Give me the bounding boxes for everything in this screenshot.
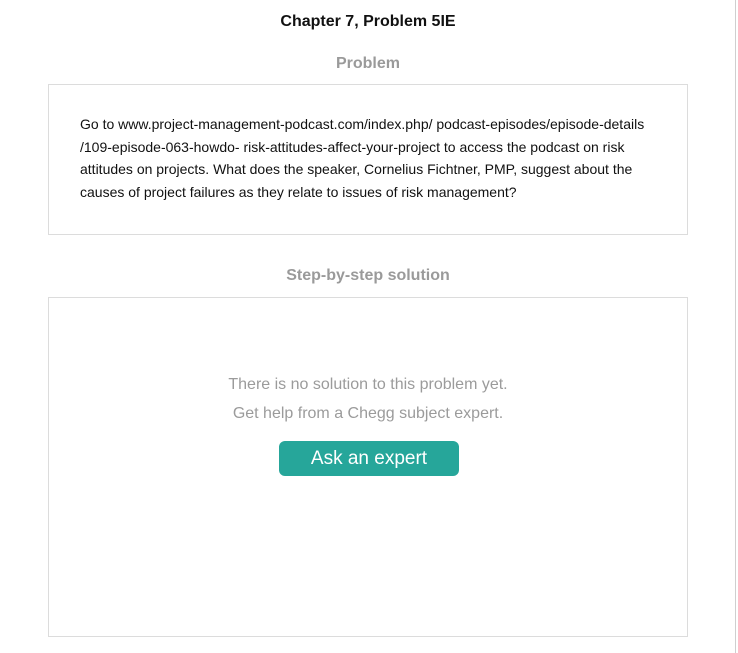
solution-heading: Step-by-step solution	[286, 267, 450, 284]
problem-line: Go to www.project-management-podcast.com…	[80, 116, 645, 132]
problem-line: attitudes on projects. What does the spe…	[80, 161, 633, 177]
problem-line: /109-episode-063-howdo- risk-attitudes-a…	[80, 138, 625, 155]
page-title: Chapter 7, Problem 5IE	[280, 13, 456, 30]
problem-line: causes of project failures as they relat…	[80, 183, 517, 200]
page-edge-divider	[735, 0, 736, 653]
ask-expert-button[interactable]: Ask an expert	[279, 441, 459, 476]
solution-card: There is no solution to this problem yet…	[48, 297, 688, 637]
get-help-message: Get help from a Chegg subject expert.	[232, 405, 504, 422]
problem-statement: Go to www.project-management-podcast.com…	[80, 113, 660, 203]
no-solution-message: There is no solution to this problem yet…	[228, 376, 508, 393]
problem-heading: Problem	[335, 55, 400, 72]
problem-card: Go to www.project-management-podcast.com…	[48, 84, 688, 235]
